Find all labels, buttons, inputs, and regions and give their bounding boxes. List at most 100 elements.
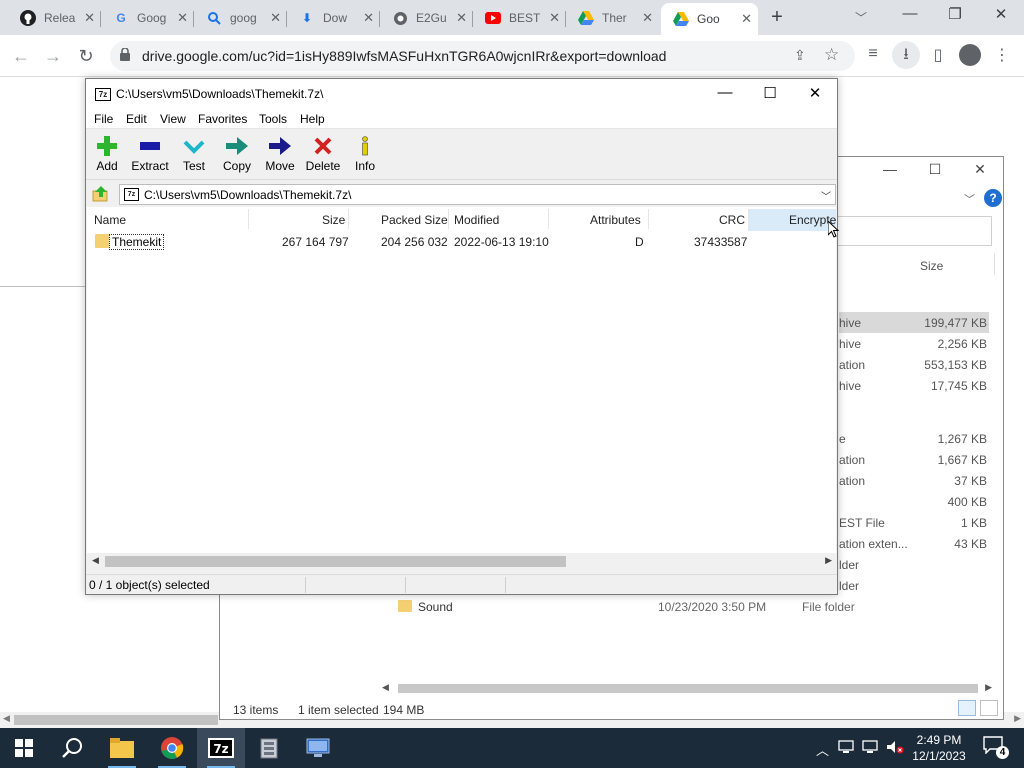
explorer-horizontal-scrollbar[interactable]: ◀ ▶ xyxy=(380,681,1000,695)
file-row[interactable]: ation 553,153 KB xyxy=(839,354,989,375)
column-divider[interactable] xyxy=(248,209,249,229)
column-divider[interactable] xyxy=(648,209,649,229)
file-row[interactable]: hive 2,256 KB xyxy=(839,333,989,354)
column-divider[interactable] xyxy=(348,209,349,229)
column-packed-size[interactable]: Packed Size xyxy=(381,213,448,227)
close-icon[interactable]: ✕ xyxy=(363,10,374,26)
7zip-title-bar[interactable]: 7z C:\Users\vm5\Downloads\Themekit.7z\ —… xyxy=(86,79,837,109)
restore-button[interactable]: ❐ xyxy=(940,5,970,23)
column-divider[interactable] xyxy=(748,209,749,229)
scroll-thumb[interactable] xyxy=(398,684,978,693)
back-button[interactable]: ← xyxy=(8,43,34,69)
close-icon[interactable]: ✕ xyxy=(642,10,653,26)
search-button[interactable] xyxy=(48,728,96,768)
taskbar-chrome[interactable] xyxy=(148,728,196,768)
scroll-left-arrow-icon[interactable]: ◀ xyxy=(92,555,99,566)
column-modified[interactable]: Modified xyxy=(454,213,499,227)
file-name[interactable]: Themekit xyxy=(109,234,165,250)
file-row[interactable]: ation exten... 43 KB xyxy=(839,533,989,554)
file-row[interactable]: ation 37 KB xyxy=(839,470,989,491)
close-icon[interactable]: ✕ xyxy=(177,10,188,26)
taskbar-7zip[interactable]: 7z xyxy=(197,728,245,768)
file-row[interactable]: ation 1,667 KB xyxy=(839,449,989,470)
folder-up-icon[interactable] xyxy=(92,185,110,203)
explorer-search-input[interactable] xyxy=(820,216,992,246)
side-panel-icon[interactable]: ▯ xyxy=(926,45,950,65)
bookmark-star-icon[interactable]: ☆ xyxy=(824,45,839,65)
menu-help[interactable]: Help xyxy=(300,112,325,126)
tab-drive-themekit[interactable]: Ther ✕ xyxy=(566,3,659,33)
7zip-minimize-button[interactable]: — xyxy=(710,84,740,101)
help-icon[interactable]: ? xyxy=(984,189,1002,207)
action-center-button[interactable]: 4 xyxy=(983,736,1009,759)
column-divider[interactable] xyxy=(448,209,449,229)
tab-releases[interactable]: Relea ✕ xyxy=(8,3,101,33)
scroll-left-arrow-icon[interactable]: ◀ xyxy=(382,682,389,693)
scroll-thumb[interactable] xyxy=(14,715,218,725)
file-row[interactable]: hive 17,745 KB xyxy=(839,375,989,396)
7zip-close-button[interactable]: ✕ xyxy=(800,84,830,102)
7zip-horizontal-scrollbar[interactable]: ◀ ▶ xyxy=(87,553,836,570)
scroll-left-arrow-icon[interactable]: ◀ xyxy=(3,713,10,724)
close-window-button[interactable]: ✕ xyxy=(986,5,1016,23)
menu-edit[interactable]: Edit xyxy=(126,112,147,126)
taskbar-remote-desktop[interactable] xyxy=(294,728,342,768)
menu-view[interactable]: View xyxy=(160,112,186,126)
security-tray-icon[interactable] xyxy=(862,740,878,757)
explorer-minimize-button[interactable]: — xyxy=(875,161,905,177)
size-column-header[interactable]: Size xyxy=(920,259,943,273)
chevron-down-icon[interactable]: ﹀ xyxy=(821,188,831,203)
network-tray-icon[interactable] xyxy=(838,740,854,757)
scroll-right-arrow-icon[interactable]: ▶ xyxy=(985,682,992,693)
menu-favorites[interactable]: Favorites xyxy=(198,112,247,126)
tab-e2guardian[interactable]: E2Gu ✕ xyxy=(380,3,473,33)
close-icon[interactable]: ✕ xyxy=(270,10,281,26)
file-row[interactable]: hive 199,477 KB xyxy=(839,312,989,333)
explorer-close-button[interactable]: ✕ xyxy=(965,161,995,178)
file-row[interactable]: lder xyxy=(839,575,989,596)
7zip-maximize-button[interactable]: ☐ xyxy=(755,84,785,102)
start-button[interactable] xyxy=(0,728,48,768)
move-button[interactable]: Move xyxy=(258,134,302,178)
add-button[interactable]: Add xyxy=(85,134,129,178)
new-tab-button[interactable]: + xyxy=(766,6,788,29)
column-attributes[interactable]: Attributes xyxy=(590,213,641,227)
minimize-button[interactable]: — xyxy=(895,5,925,22)
share-icon[interactable]: ⇪ xyxy=(794,47,806,64)
close-icon[interactable]: ✕ xyxy=(84,10,95,26)
path-combobox[interactable]: 7z C:\Users\vm5\Downloads\Themekit.7z\ ﹀ xyxy=(119,184,836,205)
tab-google-search[interactable]: goog ✕ xyxy=(194,3,287,33)
close-icon[interactable]: ✕ xyxy=(549,10,560,26)
column-divider[interactable] xyxy=(548,209,549,229)
column-size[interactable]: Size xyxy=(322,213,345,227)
show-hidden-icons-chevron[interactable]: ︿ xyxy=(816,740,829,759)
file-row[interactable]: lder xyxy=(839,554,989,575)
menu-kebab-icon[interactable]: ⋮ xyxy=(990,45,1014,65)
lock-icon[interactable] xyxy=(120,47,130,61)
file-row[interactable]: e 1,267 KB xyxy=(839,428,989,449)
menu-tools[interactable]: Tools xyxy=(259,112,287,126)
url-text[interactable]: drive.google.com/uc?id=1isHy889IwfsMASFu… xyxy=(142,48,666,64)
copy-button[interactable]: Copy xyxy=(215,134,259,178)
explorer-maximize-button[interactable]: ☐ xyxy=(920,161,950,178)
tab-drive-active[interactable]: Goo ✕ xyxy=(661,3,758,35)
media-control-icon[interactable]: ≡ xyxy=(861,45,885,63)
close-icon[interactable]: ✕ xyxy=(456,10,467,26)
tab-downloads[interactable]: ⬇ Dow ✕ xyxy=(287,3,380,33)
close-icon[interactable]: ✕ xyxy=(741,11,752,27)
file-row-sound[interactable]: Sound 10/23/2020 3:50 PM File folder xyxy=(398,598,998,618)
ribbon-expand-chevron-icon[interactable]: ﹀ xyxy=(964,191,975,207)
taskbar-clock[interactable]: 2:49 PM 12/1/2023 xyxy=(906,732,972,764)
taskbar-file-explorer[interactable] xyxy=(98,728,146,768)
tab-youtube[interactable]: BEST ✕ xyxy=(473,3,566,33)
test-button[interactable]: Test xyxy=(172,134,216,178)
file-row[interactable]: EST File 1 KB xyxy=(839,512,989,533)
scroll-thumb[interactable] xyxy=(105,556,566,567)
address-bar[interactable]: drive.google.com/uc?id=1isHy889IwfsMASFu… xyxy=(110,41,855,71)
path-text[interactable]: C:\Users\vm5\Downloads\Themekit.7z\ xyxy=(144,188,351,202)
profile-avatar[interactable] xyxy=(959,44,981,66)
downloads-icon[interactable]: ⭳ xyxy=(892,41,920,69)
scroll-right-arrow-icon[interactable]: ▶ xyxy=(1014,713,1021,724)
tab-search-chevron-icon[interactable]: ﹀ xyxy=(855,9,867,26)
table-row[interactable]: Themekit 267 164 797 204 256 032 2022-06… xyxy=(87,231,836,251)
